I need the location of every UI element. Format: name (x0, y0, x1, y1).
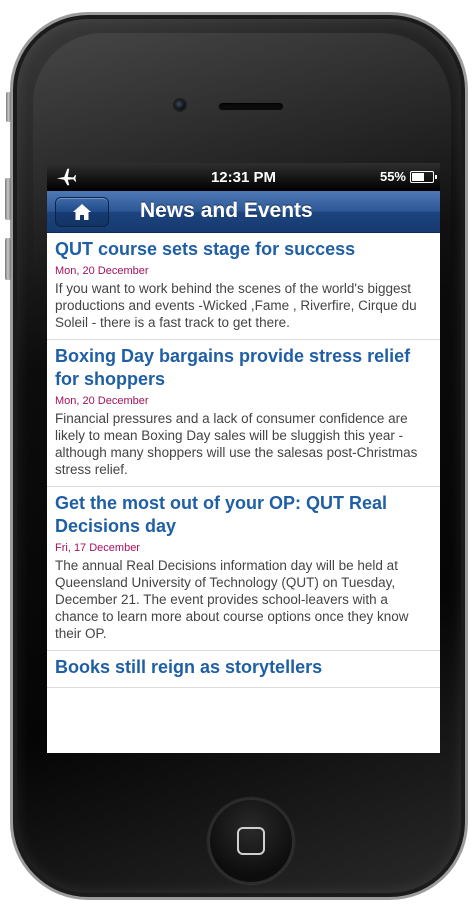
earpiece-speaker (218, 102, 284, 111)
front-camera (173, 98, 187, 112)
article-summary: If you want to work behind the scenes of… (55, 281, 417, 330)
home-button[interactable] (55, 197, 109, 227)
nav-bar: News and Events (47, 191, 440, 233)
page-title: News and Events (140, 199, 313, 222)
list-item[interactable]: Get the most out of your OP: QUT Real De… (47, 487, 440, 651)
article-summary: The annual Real Decisions information da… (55, 558, 409, 641)
mute-switch[interactable] (6, 92, 11, 122)
list-item[interactable]: QUT course sets stage for success Mon, 2… (47, 233, 440, 340)
article-list: QUT course sets stage for success Mon, 2… (47, 233, 440, 688)
list-item[interactable]: Boxing Day bargains provide stress relie… (47, 340, 440, 487)
article-title[interactable]: Books still reign as storytellers (55, 656, 432, 679)
battery-icon (410, 171, 437, 183)
screen: 12:31 PM 55% News and Events QUT course … (47, 163, 440, 753)
article-title[interactable]: QUT course sets stage for success (55, 238, 432, 261)
list-item[interactable]: Books still reign as storytellers (47, 651, 440, 688)
volume-down-button[interactable] (5, 238, 11, 280)
volume-up-button[interactable] (5, 178, 11, 220)
home-hardware-button[interactable] (208, 798, 294, 884)
article-title[interactable]: Boxing Day bargains provide stress relie… (55, 345, 432, 391)
house-icon (73, 204, 91, 220)
article-summary: Financial pressures and a lack of consum… (55, 411, 418, 477)
battery-fill (412, 173, 425, 181)
status-bar: 12:31 PM 55% (47, 163, 440, 191)
article-date: Mon, 20 December (55, 265, 149, 277)
battery-percent: 55% (379, 169, 406, 184)
article-date: Fri, 17 December (55, 542, 140, 554)
article-title[interactable]: Get the most out of your OP: QUT Real De… (55, 492, 432, 538)
article-date: Mon, 20 December (55, 395, 149, 407)
home-square-icon (237, 827, 265, 855)
